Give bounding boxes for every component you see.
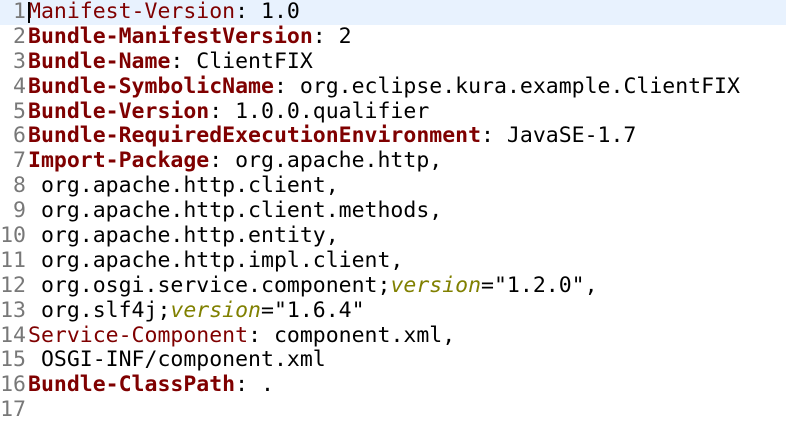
header-value: : org.eclipse.kura.example.ClientFIX [273, 73, 740, 99]
line-number: 1 [13, 0, 26, 24]
code-line[interactable]: 9 org.apache.http.client.methods, [0, 198, 786, 224]
header-value: : 1.0.0.qualifier [209, 98, 430, 124]
code-line[interactable]: 6 Bundle-RequiredExecutionEnvironment: Ja… [0, 124, 786, 149]
code-line[interactable]: 12 org.osgi.service.component;version="1… [0, 272, 786, 299]
line-text: org.apache.http.client, [28, 173, 339, 199]
line-text: Bundle-ManifestVersion: 2 [28, 23, 352, 50]
header-value: org.apache.http.entity, [28, 223, 339, 249]
line-text: org.apache.http.impl.client, [28, 247, 404, 274]
header-key: Import-Package [28, 148, 210, 174]
line-text: org.apache.http.client.methods, [28, 198, 443, 224]
header-value: : ClientFIX [170, 48, 313, 74]
line-text: org.apache.http.entity, [28, 223, 339, 249]
code-line[interactable]: 14 Service-Component: component.xml, [0, 322, 786, 349]
header-value: ="1.2.0", [481, 272, 598, 298]
line-text: Service-Component: component.xml, [28, 322, 456, 349]
line-number: 2 [13, 23, 26, 49]
line-text: Bundle-Name: ClientFIX [28, 48, 313, 75]
line-text: Bundle-SymbolicName: org.eclipse.kura.ex… [28, 73, 740, 100]
line-number: 15 [0, 347, 26, 373]
line-text: Bundle-RequiredExecutionEnvironment: Jav… [28, 124, 636, 149]
code-line[interactable]: 16 Bundle-ClassPath: . [0, 372, 786, 398]
header-key: Bundle-ManifestVersion [28, 23, 313, 49]
line-number: 13 [0, 297, 26, 323]
code-line[interactable]: 10 org.apache.http.entity, [0, 223, 786, 249]
header-key: Bundle-SymbolicName [28, 73, 274, 99]
header-value: ="1.6.4" [261, 297, 365, 323]
text-cursor [28, 2, 30, 23]
header-key: Bundle-Version [28, 98, 210, 124]
header-value: : 2 [312, 23, 352, 49]
code-line[interactable]: 4 Bundle-SymbolicName: org.eclipse.kura.e… [0, 73, 786, 100]
code-line[interactable]: 1 Manifest-Version: 1.0 [0, 0, 786, 25]
line-number: 16 [0, 372, 26, 398]
line-number: 3 [13, 48, 26, 74]
line-text: org.slf4j;version="1.6.4" [28, 297, 365, 324]
attribute-name: version [170, 297, 261, 323]
line-number: 11 [0, 247, 26, 273]
header-value: OSGI-INF/component.xml [28, 347, 326, 373]
header-value: org.apache.http.impl.client, [28, 247, 404, 273]
header-key: Bundle-ClassPath [28, 372, 236, 398]
manifest-editor[interactable]: 1 Manifest-Version: 1.0 2 Bundle-ManifestVe… [0, 0, 786, 436]
line-number: 6 [13, 123, 26, 149]
line-number: 4 [13, 73, 26, 99]
line-text: Manifest-Version: 1.0 [28, 0, 300, 25]
line-text: Bundle-ClassPath: . [28, 372, 274, 398]
header-value: org.apache.http.client, [28, 173, 339, 199]
line-number: 5 [13, 98, 26, 124]
header-value: org.osgi.service.component; [28, 272, 391, 298]
code-line[interactable]: 3 Bundle-Name: ClientFIX [0, 48, 786, 75]
header-value: : . [235, 372, 274, 398]
header-value: org.slf4j; [28, 297, 171, 323]
code-line[interactable]: 8 org.apache.http.client, [0, 173, 786, 199]
header-key: Bundle-RequiredExecutionEnvironment [28, 123, 482, 149]
code-line[interactable]: 7 Import-Package: org.apache.http, [0, 148, 786, 174]
code-line[interactable]: 17 [0, 397, 786, 423]
header-value: : 1.0 [235, 0, 300, 24]
code-line[interactable]: 5 Bundle-Version: 1.0.0.qualifier [0, 98, 786, 125]
line-text: OSGI-INF/component.xml [28, 348, 326, 373]
code-line[interactable]: 11 org.apache.http.impl.client, [0, 247, 786, 274]
line-text: Import-Package: org.apache.http, [28, 148, 443, 174]
code-line[interactable]: 2 Bundle-ManifestVersion: 2 [0, 23, 786, 50]
header-key: Service-Component [28, 322, 249, 348]
line-text: org.osgi.service.component;version="1.2.… [28, 272, 598, 299]
line-number: 12 [0, 272, 26, 298]
line-text: Bundle-Version: 1.0.0.qualifier [28, 98, 430, 125]
line-number: 14 [0, 322, 26, 348]
header-value: : org.apache.http, [209, 148, 443, 174]
code-line[interactable]: 13 org.slf4j;version="1.6.4" [0, 297, 786, 324]
line-number: 7 [13, 148, 26, 174]
line-number: 8 [13, 173, 26, 199]
header-value: : component.xml, [248, 322, 456, 348]
code-line[interactable]: 15 OSGI-INF/component.xml [0, 348, 786, 373]
header-key: Bundle-Name [28, 48, 171, 74]
line-number: 17 [0, 397, 26, 423]
header-value: org.apache.http.client.methods, [28, 198, 443, 224]
line-number: 9 [13, 198, 26, 224]
line-number: 10 [0, 223, 26, 249]
attribute-name: version [390, 272, 482, 298]
header-key: Manifest-Version [28, 0, 236, 24]
header-value: : JavaSE-1.7 [481, 123, 637, 149]
